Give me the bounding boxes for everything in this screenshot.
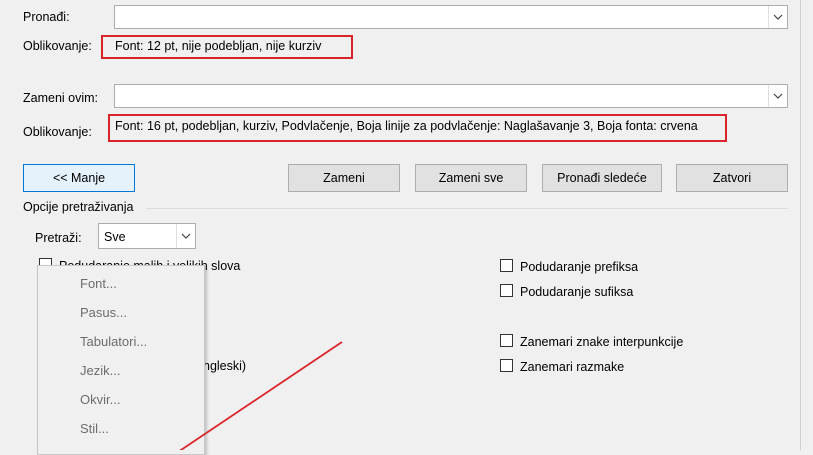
annotation-arrow-line bbox=[179, 341, 343, 450]
